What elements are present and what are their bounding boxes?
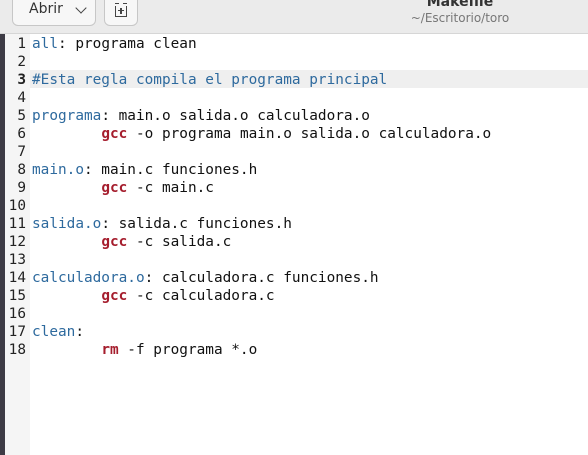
code-rest: -c salida.c: [127, 234, 232, 250]
line-number: 10: [8, 198, 26, 214]
make-target: programa: [32, 108, 102, 124]
line-number: 16: [8, 306, 26, 322]
shell-command: gcc: [101, 234, 128, 250]
code-line[interactable]: 16: [5, 305, 588, 323]
code-text: gcc -c calculadora.c: [32, 287, 275, 305]
code-text: programa: main.o salida.o calculadora.o: [32, 107, 370, 125]
code-line[interactable]: 7: [5, 143, 588, 161]
code-line[interactable]: 18 rm -f programa *.o: [5, 341, 588, 359]
code-text: gcc -o programa main.o salida.o calculad…: [32, 125, 491, 143]
code-line[interactable]: 11 salida.o: salida.c funciones.h: [5, 215, 588, 233]
code-rest: : salida.c funciones.h: [101, 216, 292, 232]
chevron-down-icon: [75, 2, 87, 14]
code-line[interactable]: 4: [5, 89, 588, 107]
code-rest: : main.o salida.o calculadora.o: [101, 108, 370, 124]
code-rest: -o programa main.o salida.o calculadora.…: [127, 126, 492, 142]
comment-text: #Esta regla compila el programa principa…: [32, 72, 388, 88]
code-line[interactable]: 9 gcc -c main.c: [5, 179, 588, 197]
make-target: calculadora.o: [32, 270, 145, 286]
line-number: 6: [17, 126, 26, 142]
new-document-button[interactable]: [104, 0, 138, 26]
line-number: 3: [17, 72, 26, 88]
code-line[interactable]: 15 gcc -c calculadora.c: [5, 287, 588, 305]
shell-command: gcc: [101, 126, 128, 142]
line-number: 17: [8, 324, 26, 340]
open-button[interactable]: Abrir: [12, 0, 96, 26]
code-text: main.o: main.c funciones.h: [32, 161, 257, 179]
line-number: 2: [17, 54, 26, 70]
header-bar: Abrir Makefile ~/Escritorio/toro: [0, 0, 588, 34]
line-number: 11: [8, 216, 26, 232]
code-line[interactable]: 14 calculadora.o: calculadora.c funciones…: [5, 269, 588, 287]
code-line[interactable]: 2: [5, 53, 588, 71]
line-number: 7: [17, 144, 26, 160]
line-number: 14: [8, 270, 26, 286]
code-rest: : calculadora.c funciones.h: [144, 270, 379, 286]
line-number: 8: [17, 162, 26, 178]
line-number: 13: [8, 252, 26, 268]
code-line[interactable]: 13: [5, 251, 588, 269]
code-rest: : main.c funciones.h: [83, 162, 258, 178]
code-rest: :: [75, 324, 84, 340]
code-text: gcc -c salida.c: [32, 233, 231, 251]
make-target: salida.o: [32, 216, 102, 232]
code-text: all: programa clean: [32, 35, 197, 53]
open-button-label: Abrir: [29, 1, 63, 17]
code-line[interactable]: 17 clean:: [5, 323, 588, 341]
code-line[interactable]: 5 programa: main.o salida.o calculadora.o: [5, 107, 588, 125]
code-line[interactable]: 12 gcc -c salida.c: [5, 233, 588, 251]
line-number: 1: [17, 36, 26, 52]
line-number: 15: [8, 288, 26, 304]
document-title: Makefile: [426, 0, 494, 10]
code-editor[interactable]: 1 all: programa clean 2 3 #Esta regla compil…: [5, 35, 588, 359]
code-rest: -c calculadora.c: [127, 288, 275, 304]
code-line[interactable]: 10: [5, 197, 588, 215]
make-target: main.o: [32, 162, 84, 178]
code-text: rm -f programa *.o: [32, 341, 257, 359]
line-number: 12: [8, 234, 26, 250]
code-text: #Esta regla compila el programa principa…: [32, 71, 387, 89]
code-line[interactable]: 6 gcc -o programa main.o salida.o calcul…: [5, 125, 588, 143]
code-text: salida.o: salida.c funciones.h: [32, 215, 292, 233]
code-text: clean:: [32, 323, 84, 341]
line-number: 18: [8, 342, 26, 358]
code-text: gcc -c main.c: [32, 179, 214, 197]
code-rest: : programa clean: [58, 36, 197, 52]
shell-command: rm: [101, 342, 119, 358]
shell-command: gcc: [101, 288, 128, 304]
shell-command: gcc: [101, 180, 128, 196]
line-number: 4: [17, 90, 26, 106]
line-number: 9: [17, 180, 26, 196]
code-text: calculadora.o: calculadora.c funciones.h: [32, 269, 379, 287]
code-line[interactable]: 3 #Esta regla compila el programa princip…: [5, 71, 588, 89]
code-line[interactable]: 8 main.o: main.c funciones.h: [5, 161, 588, 179]
code-rest: -c main.c: [127, 180, 214, 196]
make-target: clean: [32, 324, 76, 340]
code-line[interactable]: 1 all: programa clean: [5, 35, 588, 53]
document-path: ~/Escritorio/toro: [410, 11, 510, 25]
line-number: 5: [17, 108, 26, 124]
make-target: all: [32, 36, 58, 52]
code-rest: -f programa *.o: [118, 342, 258, 358]
